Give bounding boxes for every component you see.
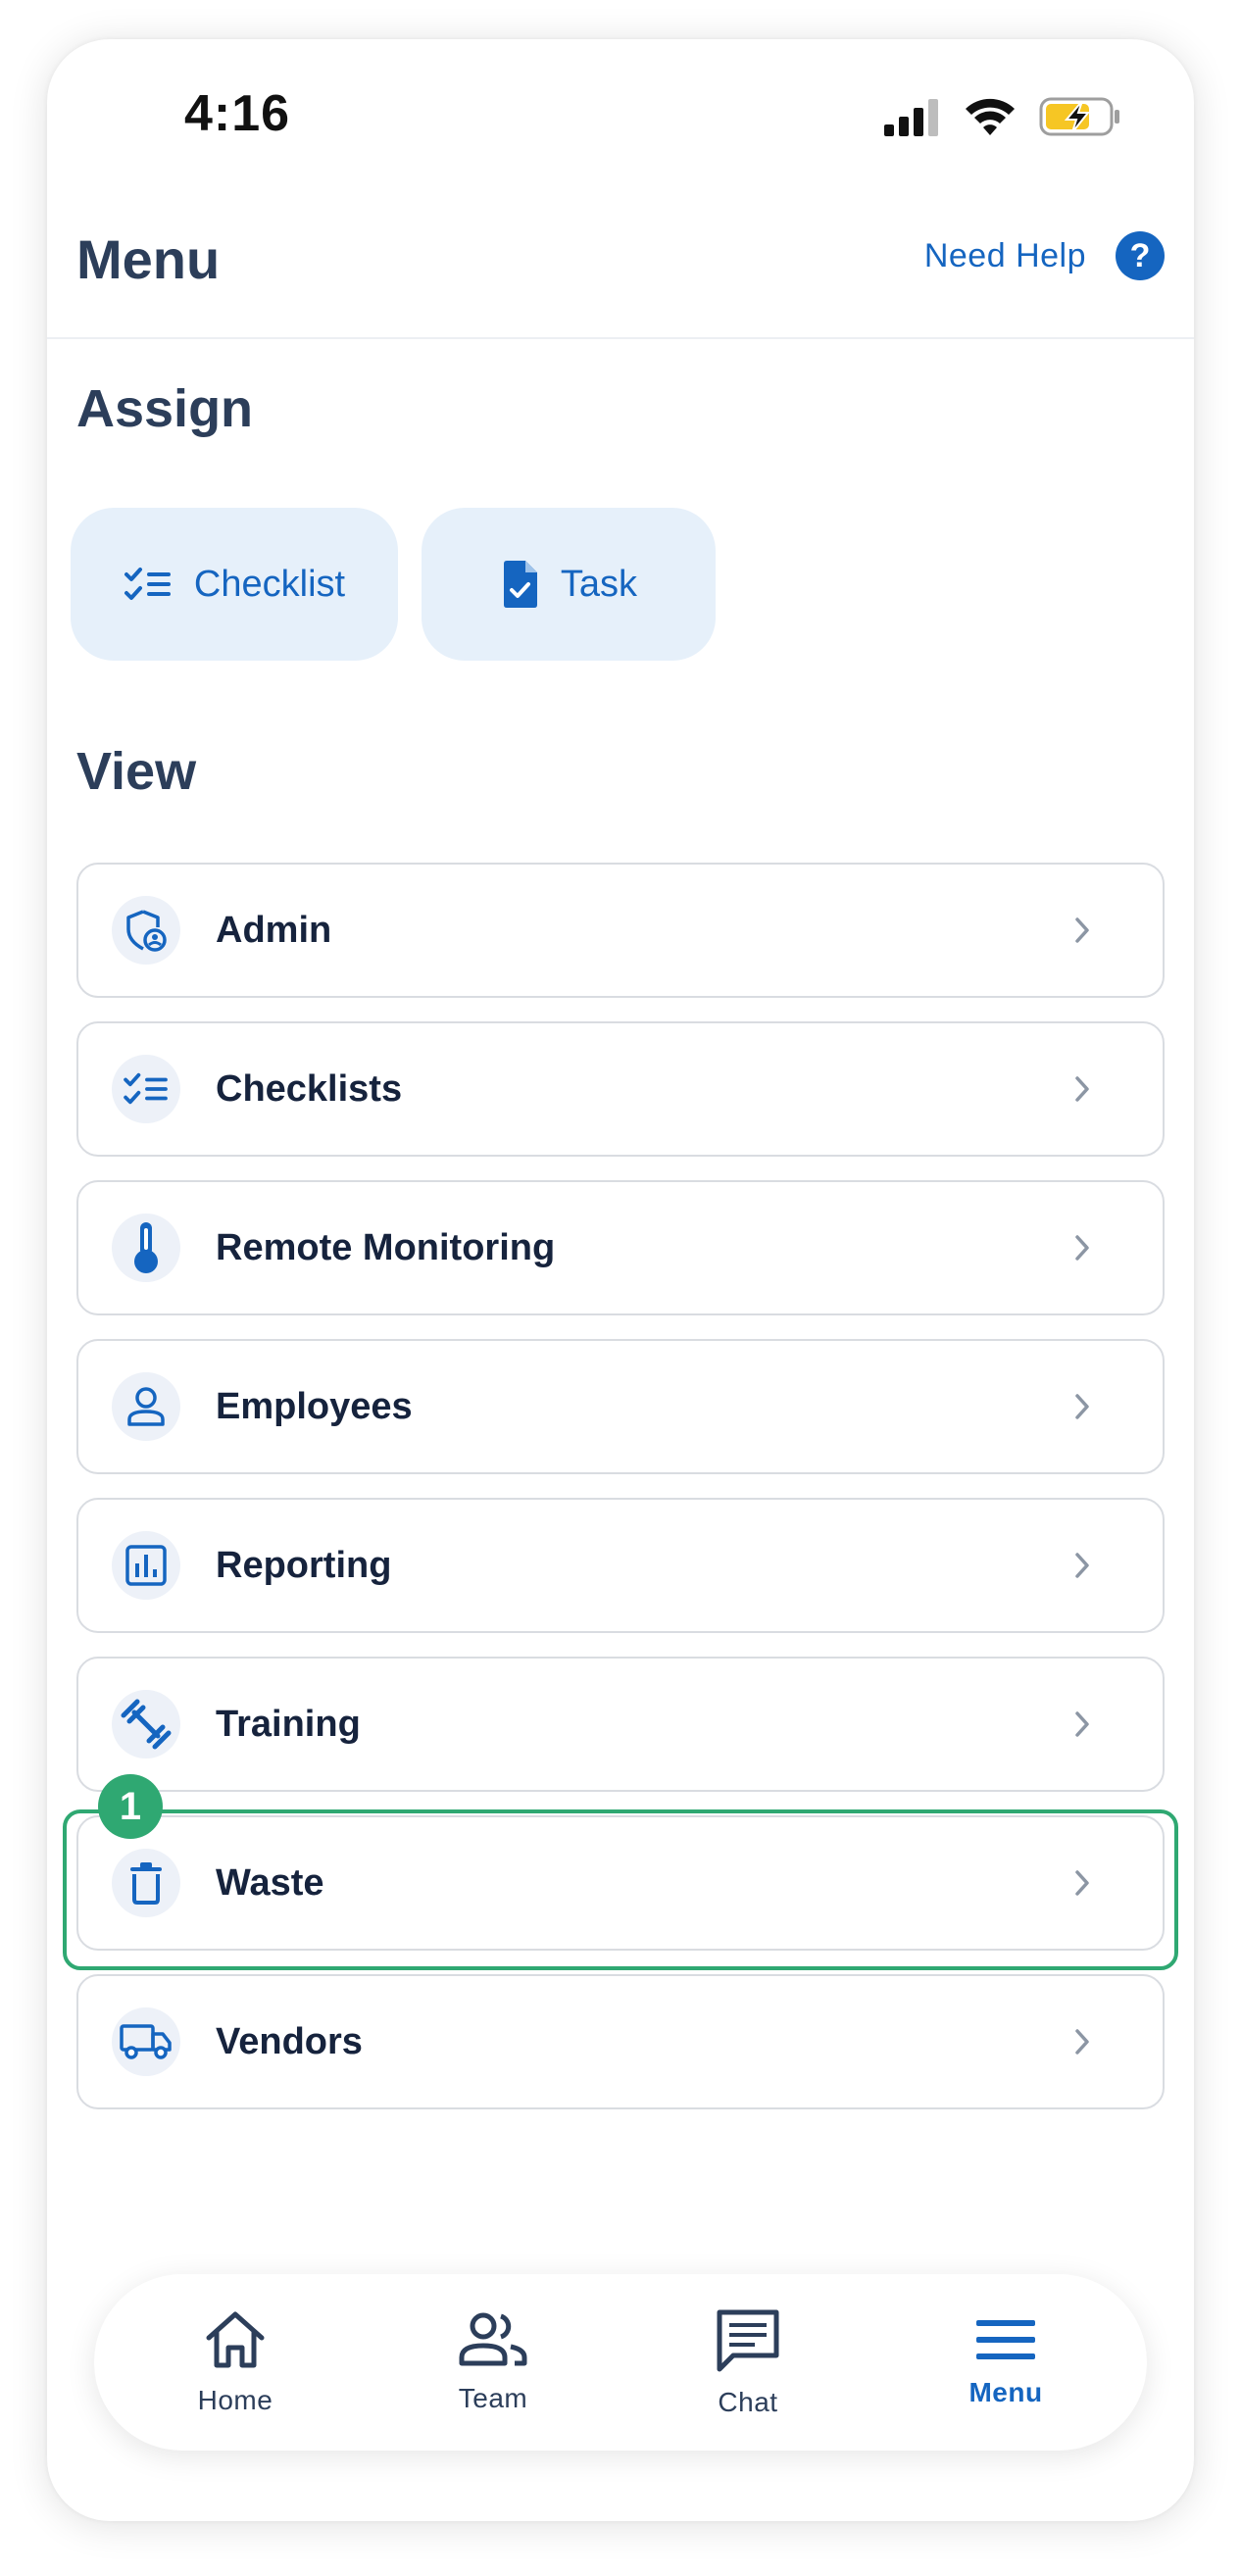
chevron-right-icon (1075, 1235, 1089, 1261)
need-help-button[interactable]: Need Help ? (924, 231, 1165, 280)
assign-task-label: Task (560, 563, 638, 605)
truck-icon (112, 2007, 180, 2076)
nav-chat-label: Chat (718, 2387, 778, 2417)
phone-screen: 4:16 Menu Need Help ? Assign Checklist T… (47, 39, 1194, 2521)
menu-item-waste[interactable]: Waste (76, 1815, 1165, 1951)
chevron-right-icon (1075, 1553, 1089, 1578)
bar-chart-icon (112, 1531, 180, 1600)
menu-item-label: Employees (216, 1385, 413, 1427)
chevron-right-icon (1075, 2029, 1089, 2055)
status-time: 4:16 (184, 85, 291, 142)
menu-item-label: Vendors (216, 2020, 363, 2062)
battery-charging-icon (1039, 97, 1119, 136)
assign-section-title: Assign (76, 379, 254, 438)
thermometer-icon (112, 1214, 180, 1282)
shield-user-icon (112, 896, 180, 965)
menu-item-employees[interactable]: Employees (76, 1339, 1165, 1474)
nav-chat[interactable]: Chat (645, 2274, 851, 2451)
menu-item-training[interactable]: Training (76, 1657, 1165, 1792)
chevron-right-icon (1075, 1076, 1089, 1102)
assign-checklist-label: Checklist (193, 563, 346, 605)
nav-team-label: Team (458, 2383, 528, 2413)
nav-team[interactable]: Team (390, 2274, 596, 2451)
wifi-icon (966, 98, 1015, 135)
help-question-icon: ? (1116, 231, 1165, 280)
status-icons (882, 96, 1121, 137)
menu-item-label: Reporting (216, 1544, 392, 1586)
nav-home[interactable]: Home (132, 2274, 338, 2451)
header-divider (47, 337, 1194, 339)
chevron-right-icon (1075, 1711, 1089, 1737)
menu-item-label: Waste (216, 1861, 324, 1904)
dumbbell-icon (112, 1690, 180, 1759)
menu-item-reporting[interactable]: Reporting (76, 1498, 1165, 1633)
menu-item-label: Training (216, 1703, 361, 1745)
assign-task-button[interactable]: Task (422, 508, 716, 661)
view-section-title: View (76, 742, 197, 801)
chevron-right-icon (1075, 917, 1089, 943)
chevron-right-icon (1075, 1870, 1089, 1896)
home-icon (206, 2311, 265, 2368)
checklist-icon (112, 1055, 180, 1123)
nav-menu-label: Menu (968, 2377, 1043, 2407)
need-help-label: Need Help (923, 236, 1086, 274)
nav-menu[interactable]: Menu (903, 2274, 1109, 2451)
cellular-signal-icon (884, 99, 938, 136)
step-number-badge: 1 (98, 1774, 163, 1839)
menu-item-label: Checklists (216, 1067, 403, 1110)
task-document-icon (503, 561, 537, 608)
menu-item-admin[interactable]: Admin (76, 863, 1165, 998)
menu-item-remote-monitoring[interactable]: Remote Monitoring (76, 1180, 1165, 1315)
menu-item-vendors[interactable]: Vendors (76, 1974, 1165, 2109)
bottom-navigation: Home Team Chat Menu (94, 2274, 1147, 2451)
trash-icon (112, 1849, 180, 1917)
page-title: Menu (76, 228, 221, 290)
chevron-right-icon (1075, 1394, 1089, 1419)
assign-checklist-button[interactable]: Checklist (71, 508, 398, 661)
nav-home-label: Home (197, 2385, 273, 2415)
checklist-icon (124, 568, 171, 600)
menu-item-checklists[interactable]: Checklists (76, 1021, 1165, 1157)
chat-icon (717, 2309, 779, 2372)
hamburger-menu-icon (976, 2320, 1035, 2359)
person-icon (112, 1372, 180, 1441)
menu-item-label: Admin (216, 909, 332, 951)
team-icon (459, 2312, 527, 2366)
menu-item-label: Remote Monitoring (216, 1226, 556, 1268)
